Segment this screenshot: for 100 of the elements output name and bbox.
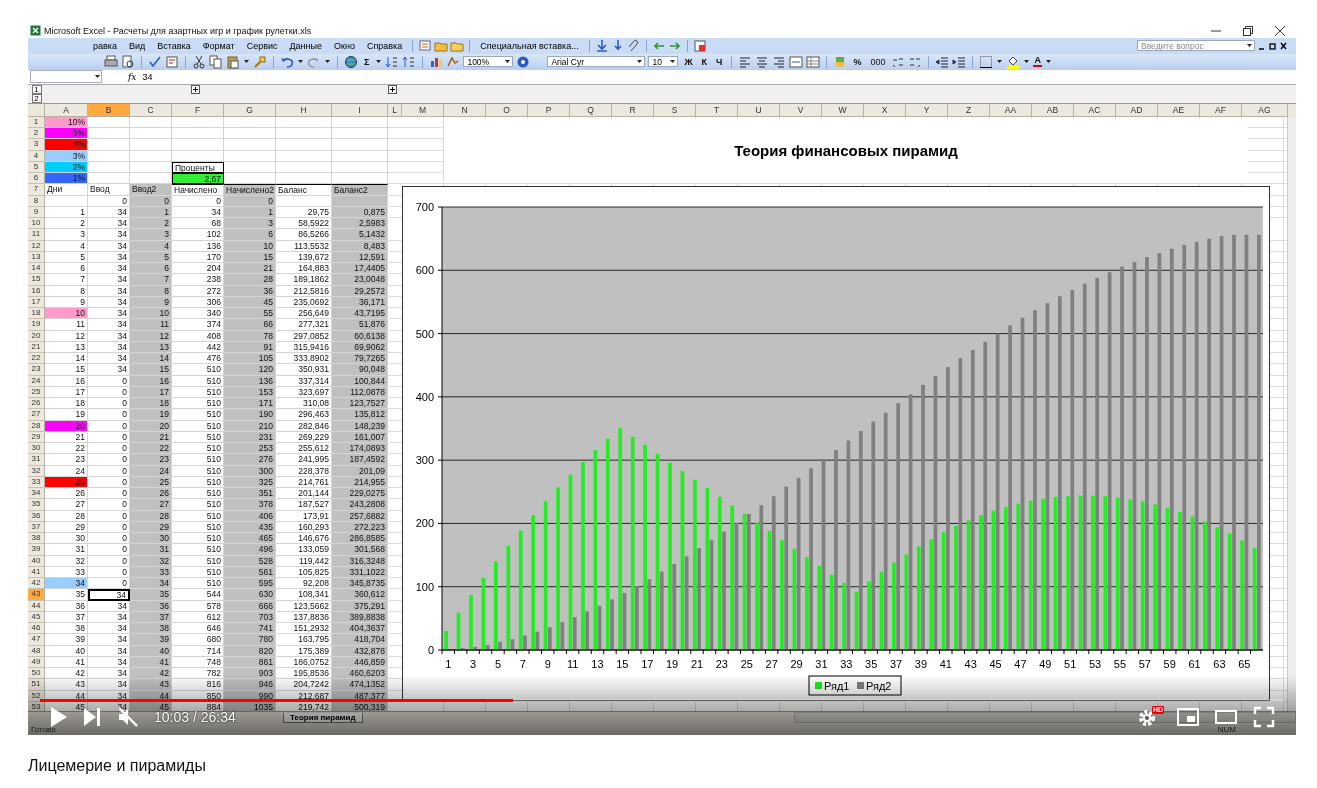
axis-label: 41	[939, 657, 952, 670]
table-cell: 78	[224, 330, 276, 342]
table-cell: 12	[130, 330, 172, 342]
table-cell: 4	[130, 240, 172, 252]
axis-label: 33	[840, 657, 853, 670]
table-cell: 38	[130, 623, 172, 635]
table-cell: 60,6138	[332, 330, 388, 342]
table-cell: 23,0048	[332, 274, 388, 286]
table-cell: 40	[45, 645, 88, 657]
table-cell: 10	[130, 308, 172, 320]
table-cell: 7	[130, 274, 172, 286]
formula-value: 34	[142, 71, 153, 82]
table-cell: 20	[130, 420, 172, 432]
column-header-cell: Баланс	[276, 184, 332, 196]
column-header-cell: Баланс2	[332, 184, 388, 196]
table-cell: 135,812	[332, 409, 388, 421]
table-cell: 26	[45, 488, 88, 500]
table-cell: 187,4592	[332, 454, 388, 466]
table-cell: 40	[130, 645, 172, 657]
legend-item: Ряд1	[815, 679, 850, 692]
table-cell: 21	[224, 263, 276, 275]
table-cell: 36	[130, 600, 172, 612]
table-cell: 8,483	[332, 240, 388, 252]
legend-label: Ряд2	[866, 679, 892, 692]
table-cell: 2	[130, 218, 172, 230]
table-cell: 11	[130, 319, 172, 331]
axis-label: 63	[1213, 657, 1226, 670]
axis-label: 1	[445, 657, 452, 670]
table-cell: 8	[45, 285, 88, 297]
table-cell: 253	[224, 443, 276, 455]
table-cell: 15	[45, 364, 88, 376]
table-cell: 39	[130, 634, 172, 646]
column-header-cell: Начислено2	[224, 184, 276, 196]
table-cell: 24	[45, 465, 88, 477]
axis-label: 500	[415, 327, 434, 340]
table-cell: 666	[224, 600, 276, 612]
table-cell: 24	[130, 465, 172, 477]
table-cell: 38	[45, 623, 88, 635]
table-cell: 210	[224, 420, 276, 432]
table-cell: 27	[130, 499, 172, 511]
status-text: Готово	[31, 724, 56, 734]
table-cell: 7	[45, 274, 88, 286]
table-cell: 351	[224, 488, 276, 500]
table-cell: 378	[224, 499, 276, 511]
table-cell: 16	[45, 375, 88, 387]
table-cell: 3	[130, 229, 172, 241]
axis-label: 17	[641, 657, 654, 670]
table-cell: 23	[130, 454, 172, 466]
axis-label: 400	[415, 390, 434, 403]
table-cell: 35	[130, 589, 172, 601]
axis-label: 7	[519, 657, 526, 670]
axis-label: 43	[964, 657, 977, 670]
table-cell: 6	[45, 263, 88, 275]
table-cell: 201,09	[332, 465, 388, 477]
table-cell: 43	[45, 679, 88, 691]
table-cell: 0	[224, 195, 276, 207]
table-cell: 27	[45, 499, 88, 511]
axis-label: 31	[815, 657, 828, 670]
table-cell: 12	[45, 330, 88, 342]
table-cell: 190	[224, 409, 276, 421]
table-cell: 780	[224, 634, 276, 646]
table-cell: 18	[130, 398, 172, 410]
table-cell: 630	[224, 589, 276, 601]
table-cell: 31	[130, 544, 172, 556]
column-header-cell: Начислено	[172, 184, 224, 196]
table-cell: 13	[45, 341, 88, 354]
table-cell: 36	[224, 285, 276, 297]
table-cell: 6	[224, 229, 276, 241]
legend-label: Ряд1	[824, 679, 850, 692]
table-cell: 301,568	[332, 544, 388, 556]
table-cell: 16	[130, 375, 172, 387]
table-cell: 30	[130, 533, 172, 545]
table-cell: 595	[224, 578, 276, 590]
axis-label: 200	[415, 517, 434, 530]
axis-label: 11	[566, 657, 579, 670]
table-cell: 35	[45, 589, 88, 601]
table-cell: 28	[45, 510, 88, 522]
table-cell: 32	[130, 555, 172, 567]
axis-label: 53	[1088, 657, 1102, 670]
axis-label: 700	[415, 200, 434, 213]
table-cell: 903	[224, 668, 276, 680]
axis-label: 27	[765, 657, 778, 670]
table-cell: 14	[45, 353, 88, 365]
column-header-cell: Ввод2	[130, 184, 172, 196]
table-cell: 34	[45, 578, 88, 590]
table-cell: 5,1432	[332, 229, 388, 241]
axis-label: 37	[889, 657, 903, 670]
table-cell: 20	[45, 420, 88, 432]
table-cell: 34	[130, 578, 172, 590]
table-cell: 2	[45, 218, 88, 230]
table-cell: 6	[130, 263, 172, 275]
table-cell: 1	[45, 206, 88, 219]
axis-label: 51	[1064, 657, 1077, 670]
table-cell: 37	[45, 611, 88, 624]
table-cell: 23	[45, 454, 88, 466]
table-cell: 18	[45, 398, 88, 410]
axis-label: 47	[1014, 657, 1027, 670]
table-cell: 31	[45, 544, 88, 556]
table-cell: 42	[45, 668, 88, 680]
table-cell: 3%	[45, 150, 88, 162]
